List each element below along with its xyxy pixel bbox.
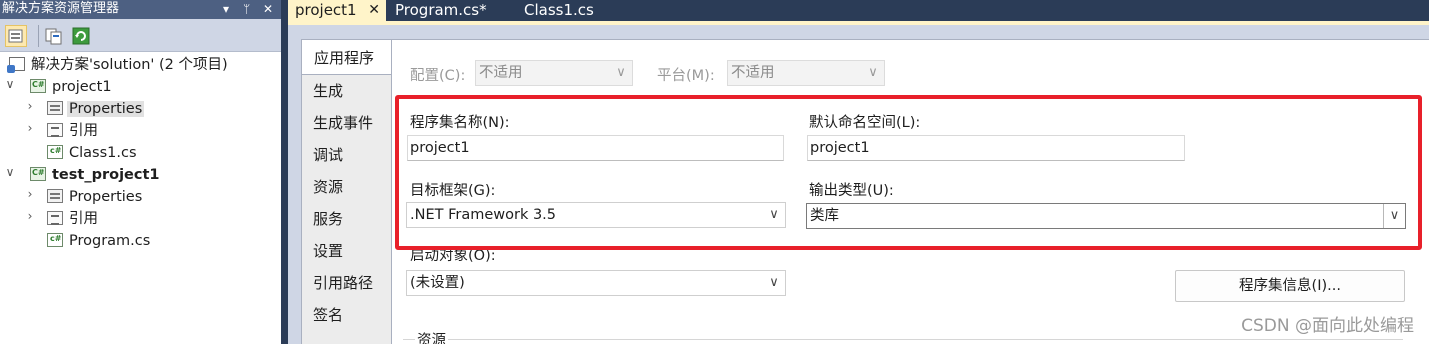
- close-tab-icon[interactable]: ✕: [368, 0, 380, 20]
- tree-item-label: Class1.cs: [69, 145, 137, 161]
- solution-explorer-title-bar: 解决方案资源管理器 ▾ ᛘ ✕: [0, 0, 281, 19]
- refresh-button[interactable]: [70, 25, 92, 47]
- document-tab-strip: project1 ✕ Program.cs* Class1.cs: [288, 0, 1429, 21]
- red-highlight-box: [395, 95, 1422, 250]
- toolbar-separator: [38, 25, 39, 47]
- show-all-files-button[interactable]: [5, 25, 27, 47]
- tab-build-events[interactable]: 生成事件: [302, 107, 392, 139]
- tab-settings[interactable]: 设置: [302, 235, 392, 267]
- configuration-value: 不适用: [479, 65, 523, 81]
- expand-arrow-icon[interactable]: ›: [23, 99, 37, 113]
- csharp-project-icon: [30, 167, 46, 181]
- auto-hide-pin-icon[interactable]: ᛘ: [243, 0, 250, 18]
- tree-item-label: Program.cs: [69, 233, 151, 249]
- tab-label: project1: [295, 1, 357, 19]
- tab-program-cs[interactable]: Program.cs*: [388, 0, 508, 21]
- csharp-file-icon: [47, 145, 63, 159]
- resources-group-label: 资源: [415, 329, 448, 344]
- expand-arrow-icon[interactable]: ›: [23, 121, 37, 135]
- chevron-down-icon: ∨: [868, 65, 878, 80]
- window-position-icon[interactable]: ▾: [223, 0, 229, 18]
- references-icon: [47, 123, 63, 137]
- tab-application[interactable]: 应用程序: [301, 39, 402, 75]
- show-all-files-icon: [8, 29, 23, 43]
- platform-dropdown: 不适用 ∨: [727, 60, 885, 86]
- tab-debug[interactable]: 调试: [302, 139, 392, 171]
- tab-label: Program.cs*: [395, 1, 487, 19]
- tab-project1[interactable]: project1 ✕: [288, 0, 386, 21]
- tree-item-solution[interactable]: 解决方案'solution' (2 个项目): [7, 54, 230, 76]
- references-icon: [47, 211, 63, 225]
- tab-reference-paths[interactable]: 引用路径: [302, 267, 392, 299]
- properties-icon: [47, 101, 63, 115]
- collapse-arrow-icon[interactable]: ∨: [3, 165, 17, 179]
- resources-group-border: [403, 339, 1403, 340]
- expand-arrow-icon[interactable]: ›: [23, 187, 37, 201]
- tree-item-label: Properties: [69, 189, 143, 205]
- tree-item-label: 引用: [69, 123, 98, 139]
- tab-class1-cs[interactable]: Class1.cs: [517, 0, 617, 21]
- tab-services[interactable]: 服务: [302, 203, 392, 235]
- startup-object-dropdown[interactable]: (未设置) ∨: [406, 270, 786, 296]
- csharp-file-icon: [47, 233, 63, 247]
- csharp-project-icon: [30, 79, 46, 93]
- chevron-down-icon: ∨: [616, 65, 626, 80]
- solution-explorer-title: 解决方案资源管理器: [2, 1, 120, 16]
- property-pages-sidebar: 应用程序 生成 生成事件 调试 资源 服务 设置 引用路径 签名: [301, 39, 402, 344]
- tree-item-class1-cs[interactable]: Class1.cs: [47, 142, 139, 164]
- csdn-watermark: CSDN @面向此处编程: [1241, 316, 1414, 336]
- collapse-arrow-icon[interactable]: ∨: [3, 77, 17, 91]
- tab-signing[interactable]: 签名: [302, 299, 392, 331]
- expand-arrow-icon[interactable]: ›: [23, 209, 37, 223]
- tree-item-label: test_project1: [52, 167, 160, 183]
- refresh-icon: [72, 27, 90, 45]
- close-panel-icon[interactable]: ✕: [263, 0, 273, 18]
- properties-icon: [47, 189, 63, 203]
- properties-pages-icon: [45, 28, 62, 45]
- solution-icon: [7, 57, 25, 73]
- platform-value: 不适用: [731, 65, 775, 81]
- tab-label: Class1.cs: [524, 1, 594, 19]
- chevron-down-icon[interactable]: ∨: [767, 271, 781, 295]
- tree-item-references[interactable]: 引用: [47, 208, 100, 230]
- startup-object-value: (未设置): [410, 275, 465, 291]
- tree-item-program-cs[interactable]: Program.cs: [47, 230, 152, 252]
- properties-toolbar-button[interactable]: [43, 25, 65, 47]
- tab-resources[interactable]: 资源: [302, 171, 392, 203]
- tree-item-label: Properties: [67, 101, 145, 117]
- tab-build[interactable]: 生成: [302, 75, 392, 107]
- tree-item-test-project1[interactable]: test_project1: [30, 164, 162, 186]
- solution-explorer-panel: 解决方案资源管理器 ▾ ᛘ ✕ 解决方案'solution' (2 个项目) ∨…: [0, 0, 281, 344]
- tree-item-properties[interactable]: Properties: [47, 98, 145, 120]
- tree-item-references[interactable]: 引用: [47, 120, 100, 142]
- configuration-dropdown: 不适用 ∨: [475, 60, 633, 86]
- platform-label: 平台(M):: [657, 68, 715, 84]
- tree-item-label: 引用: [69, 211, 98, 227]
- tree-item-label: 解决方案'solution' (2 个项目): [31, 57, 228, 73]
- configuration-label: 配置(C):: [410, 68, 466, 84]
- panel-splitter[interactable]: [281, 0, 288, 344]
- assembly-information-button[interactable]: 程序集信息(I)...: [1175, 270, 1405, 302]
- solution-explorer-toolbar: [0, 19, 281, 52]
- tree-item-label: project1: [52, 79, 112, 95]
- tree-item-project1[interactable]: project1: [30, 76, 114, 98]
- tree-item-properties[interactable]: Properties: [47, 186, 144, 208]
